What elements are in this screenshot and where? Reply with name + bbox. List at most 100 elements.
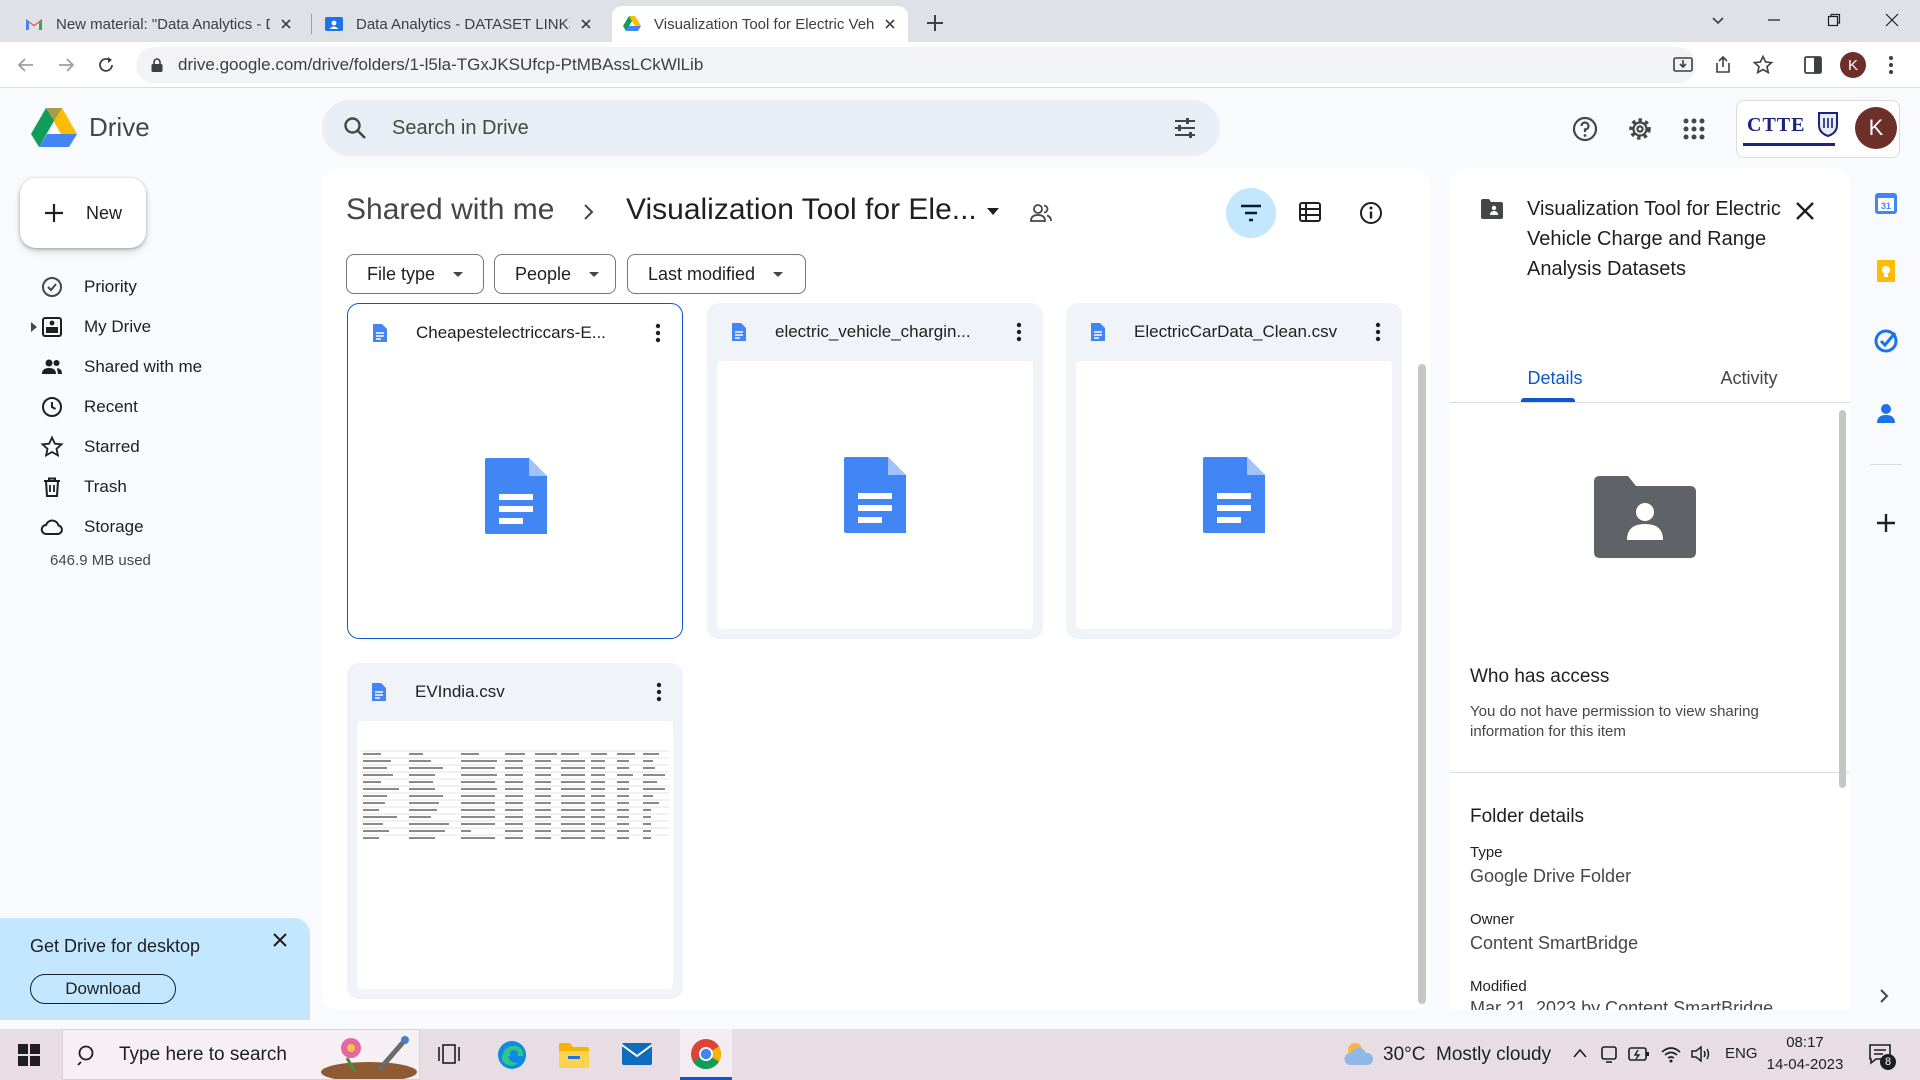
new-tab-icon[interactable]: [924, 12, 946, 34]
sidebar-item-recent[interactable]: Recent: [40, 387, 138, 427]
list-view-icon[interactable]: [1299, 202, 1321, 222]
sidebar-item-label: Shared with me: [84, 357, 203, 376]
more-options-icon[interactable]: [1007, 320, 1031, 344]
filter-toggle-button[interactable]: [1226, 188, 1276, 238]
tab-details[interactable]: Details: [1450, 354, 1660, 402]
close-icon[interactable]: [1794, 200, 1816, 222]
more-options-icon[interactable]: [646, 321, 670, 345]
lock-icon[interactable]: [150, 57, 164, 73]
close-icon[interactable]: [882, 16, 898, 32]
account-switcher[interactable]: CTTE K: [1736, 100, 1900, 158]
search-placeholder: Search in Drive: [392, 116, 529, 139]
breadcrumb-current[interactable]: Visualization Tool for Ele...: [626, 193, 977, 227]
sidebar-item-label: Priority: [84, 277, 137, 296]
task-view-icon[interactable]: [437, 1043, 461, 1065]
keep-icon[interactable]: [1873, 258, 1899, 284]
chevron-up-icon[interactable]: [1572, 1047, 1588, 1059]
new-button[interactable]: New: [20, 178, 146, 248]
search-bar[interactable]: Search in Drive: [322, 100, 1220, 156]
divider: [1870, 464, 1902, 465]
meet-now-icon[interactable]: [1600, 1044, 1618, 1064]
details-scrollbar[interactable]: [1839, 410, 1846, 788]
install-app-icon[interactable]: [1672, 54, 1694, 76]
trash-icon: [44, 477, 60, 497]
modified-value: Mar 21, 2023 by Content SmartBridge: [1470, 998, 1774, 1010]
sidebar-item-priority[interactable]: Priority: [40, 267, 137, 307]
windows-start-icon[interactable]: [18, 1044, 40, 1066]
clock-time[interactable]: 08:17: [1770, 1034, 1840, 1051]
search-options-icon[interactable]: [1172, 115, 1198, 141]
download-button[interactable]: Download: [30, 974, 176, 1004]
file-thumbnail: [357, 721, 673, 989]
more-options-icon[interactable]: [1366, 320, 1390, 344]
edge-browser-icon[interactable]: [496, 1039, 528, 1071]
weather-text[interactable]: 30°C Mostly cloudy: [1383, 1044, 1551, 1066]
add-addon-icon[interactable]: [1873, 510, 1899, 536]
close-icon[interactable]: [578, 16, 594, 32]
file-type-filter[interactable]: File type: [346, 254, 484, 294]
close-icon: [1885, 13, 1899, 27]
chevron-right-icon[interactable]: [1878, 988, 1890, 1004]
share-icon[interactable]: [1712, 54, 1734, 76]
search-icon[interactable]: [342, 115, 368, 141]
last-modified-filter[interactable]: Last modified: [627, 254, 806, 294]
calendar-icon[interactable]: 31: [1873, 190, 1899, 216]
file-card[interactable]: electric_vehicle_chargin...: [707, 303, 1043, 639]
maximize-button[interactable]: [1806, 0, 1862, 40]
sidebar-item-trash[interactable]: Trash: [40, 467, 127, 507]
minimize-button[interactable]: [1746, 0, 1802, 40]
file-explorer-icon[interactable]: [558, 1040, 590, 1070]
org-logo: CTTE: [1747, 114, 1806, 136]
clock-date[interactable]: 14-04-2023: [1764, 1056, 1846, 1073]
tab-search-icon[interactable]: [1710, 12, 1726, 28]
close-window-button[interactable]: [1864, 0, 1920, 40]
bookmark-star-icon[interactable]: [1752, 54, 1774, 76]
forward-icon[interactable]: [56, 55, 76, 75]
wifi-icon[interactable]: [1660, 1044, 1682, 1064]
file-name: Cheapestelectriccars-E...: [416, 323, 606, 342]
weather-cloudy-icon: [1344, 1043, 1374, 1065]
content-scrollbar[interactable]: [1418, 364, 1426, 1004]
language-indicator[interactable]: ENG: [1725, 1045, 1758, 1062]
sidebar-item-my-drive[interactable]: My Drive: [40, 307, 151, 347]
folder-menu-caret-icon[interactable]: [986, 207, 1000, 217]
chrome-taskbar-button[interactable]: [680, 1029, 732, 1080]
file-card[interactable]: EVIndia.csv: [347, 663, 683, 999]
side-panel-icon[interactable]: [1802, 54, 1824, 76]
battery-icon[interactable]: [1628, 1044, 1650, 1064]
drive-logo-icon[interactable]: [30, 106, 78, 148]
reload-icon[interactable]: [96, 55, 116, 75]
sidebar-item-starred[interactable]: Starred: [40, 427, 140, 467]
tasks-icon[interactable]: [1873, 328, 1899, 354]
more-options-icon[interactable]: [647, 680, 671, 704]
tab-activity[interactable]: Activity: [1644, 354, 1854, 402]
shared-folder-people-icon[interactable]: [1028, 200, 1054, 226]
browser-tab-classroom[interactable]: Data Analytics - DATASET LINKS: [314, 6, 604, 42]
sidebar-item-storage[interactable]: Storage: [40, 507, 144, 547]
people-filter[interactable]: People: [494, 254, 616, 294]
apps-grid-icon[interactable]: [1682, 117, 1706, 141]
close-icon[interactable]: [270, 930, 290, 950]
file-name: electric_vehicle_chargin...: [775, 322, 971, 341]
expand-caret-icon[interactable]: [30, 322, 38, 332]
volume-icon[interactable]: [1690, 1044, 1712, 1064]
file-card[interactable]: Cheapestelectriccars-E...: [347, 303, 683, 639]
browser-tab-gmail[interactable]: New material: "Data Analytics - D: [14, 6, 304, 42]
drive-icon: [623, 16, 641, 31]
chrome-menu-icon[interactable]: [1888, 54, 1894, 76]
contacts-icon[interactable]: [1873, 400, 1899, 426]
taskbar-search[interactable]: Type here to search: [62, 1029, 420, 1080]
close-icon[interactable]: [278, 16, 294, 32]
browser-tab-drive[interactable]: Visualization Tool for Electric Veh: [612, 6, 908, 42]
profile-avatar[interactable]: K: [1840, 52, 1866, 78]
info-icon[interactable]: [1359, 201, 1383, 225]
address-bar[interactable]: drive.google.com/drive/folders/1-l5la-TG…: [136, 47, 1696, 83]
back-icon[interactable]: [16, 55, 36, 75]
breadcrumb-parent[interactable]: Shared with me: [346, 193, 554, 227]
help-icon[interactable]: [1572, 116, 1598, 142]
mail-icon[interactable]: [621, 1041, 653, 1067]
settings-gear-icon[interactable]: [1626, 115, 1654, 143]
sidebar-item-shared-with-me[interactable]: Shared with me: [40, 347, 202, 387]
file-card[interactable]: ElectricCarData_Clean.csv: [1066, 303, 1402, 639]
type-label: Type: [1470, 844, 1503, 861]
